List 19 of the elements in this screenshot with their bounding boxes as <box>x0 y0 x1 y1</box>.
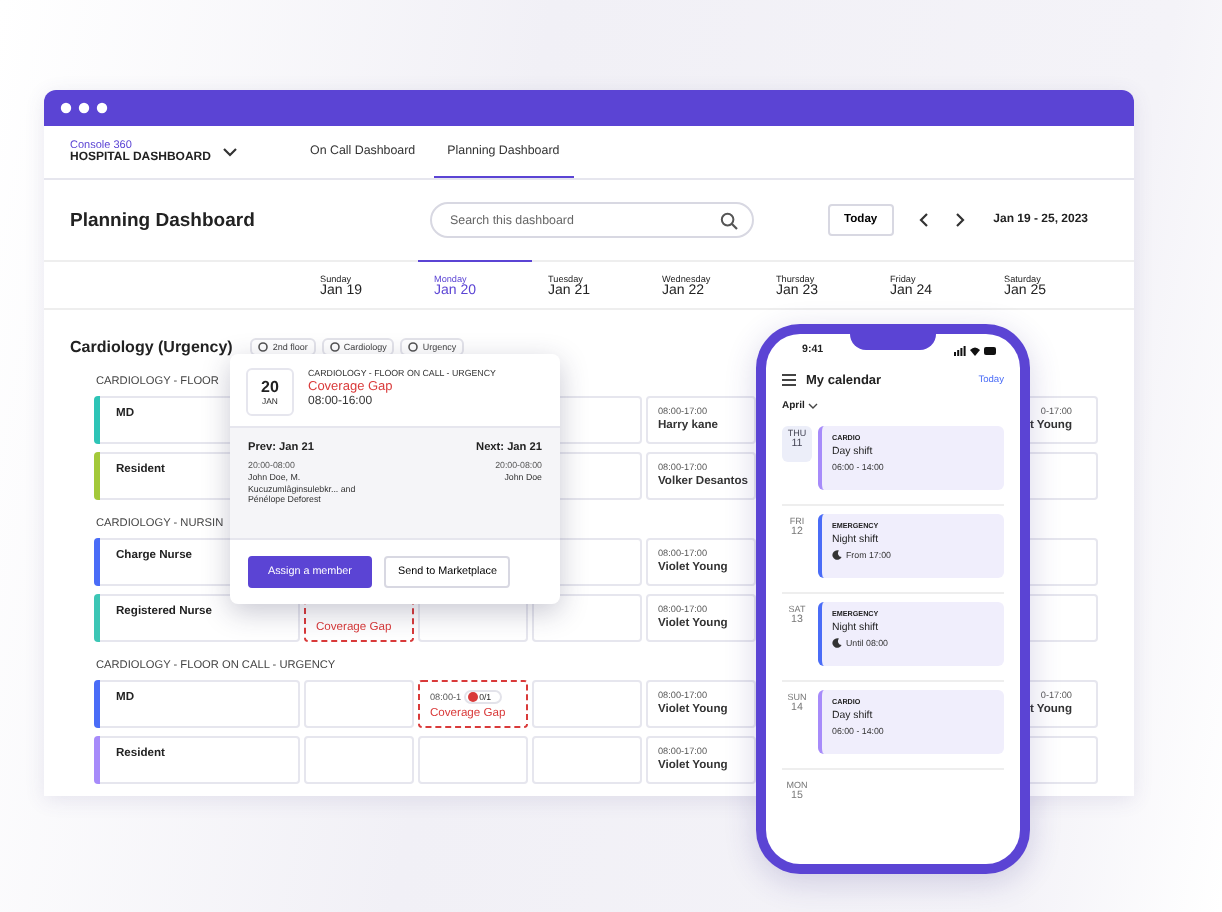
table-cell[interactable] <box>304 680 414 728</box>
status-icons-drawing <box>954 345 998 355</box>
alert-icon <box>467 692 478 702</box>
table-cell[interactable] <box>304 736 414 784</box>
menu-icon[interactable] <box>782 374 796 386</box>
previous-icon[interactable] <box>917 212 930 228</box>
chevron-down-icon <box>808 402 819 410</box>
table-cell[interactable] <box>532 736 642 784</box>
search-icon[interactable] <box>720 211 738 229</box>
moon-icon <box>832 638 842 648</box>
window-dots-icon <box>60 102 108 114</box>
next-icon[interactable] <box>953 212 966 228</box>
phone-notch <box>850 334 936 350</box>
table-cell[interactable] <box>532 680 642 728</box>
chevron-down-icon[interactable] <box>222 146 239 158</box>
table-cell[interactable] <box>418 736 528 784</box>
moon-icon <box>832 550 842 560</box>
section-title: Cardiology (Urgency) <box>70 337 233 355</box>
page-title: Planning Dashboard <box>70 209 257 231</box>
